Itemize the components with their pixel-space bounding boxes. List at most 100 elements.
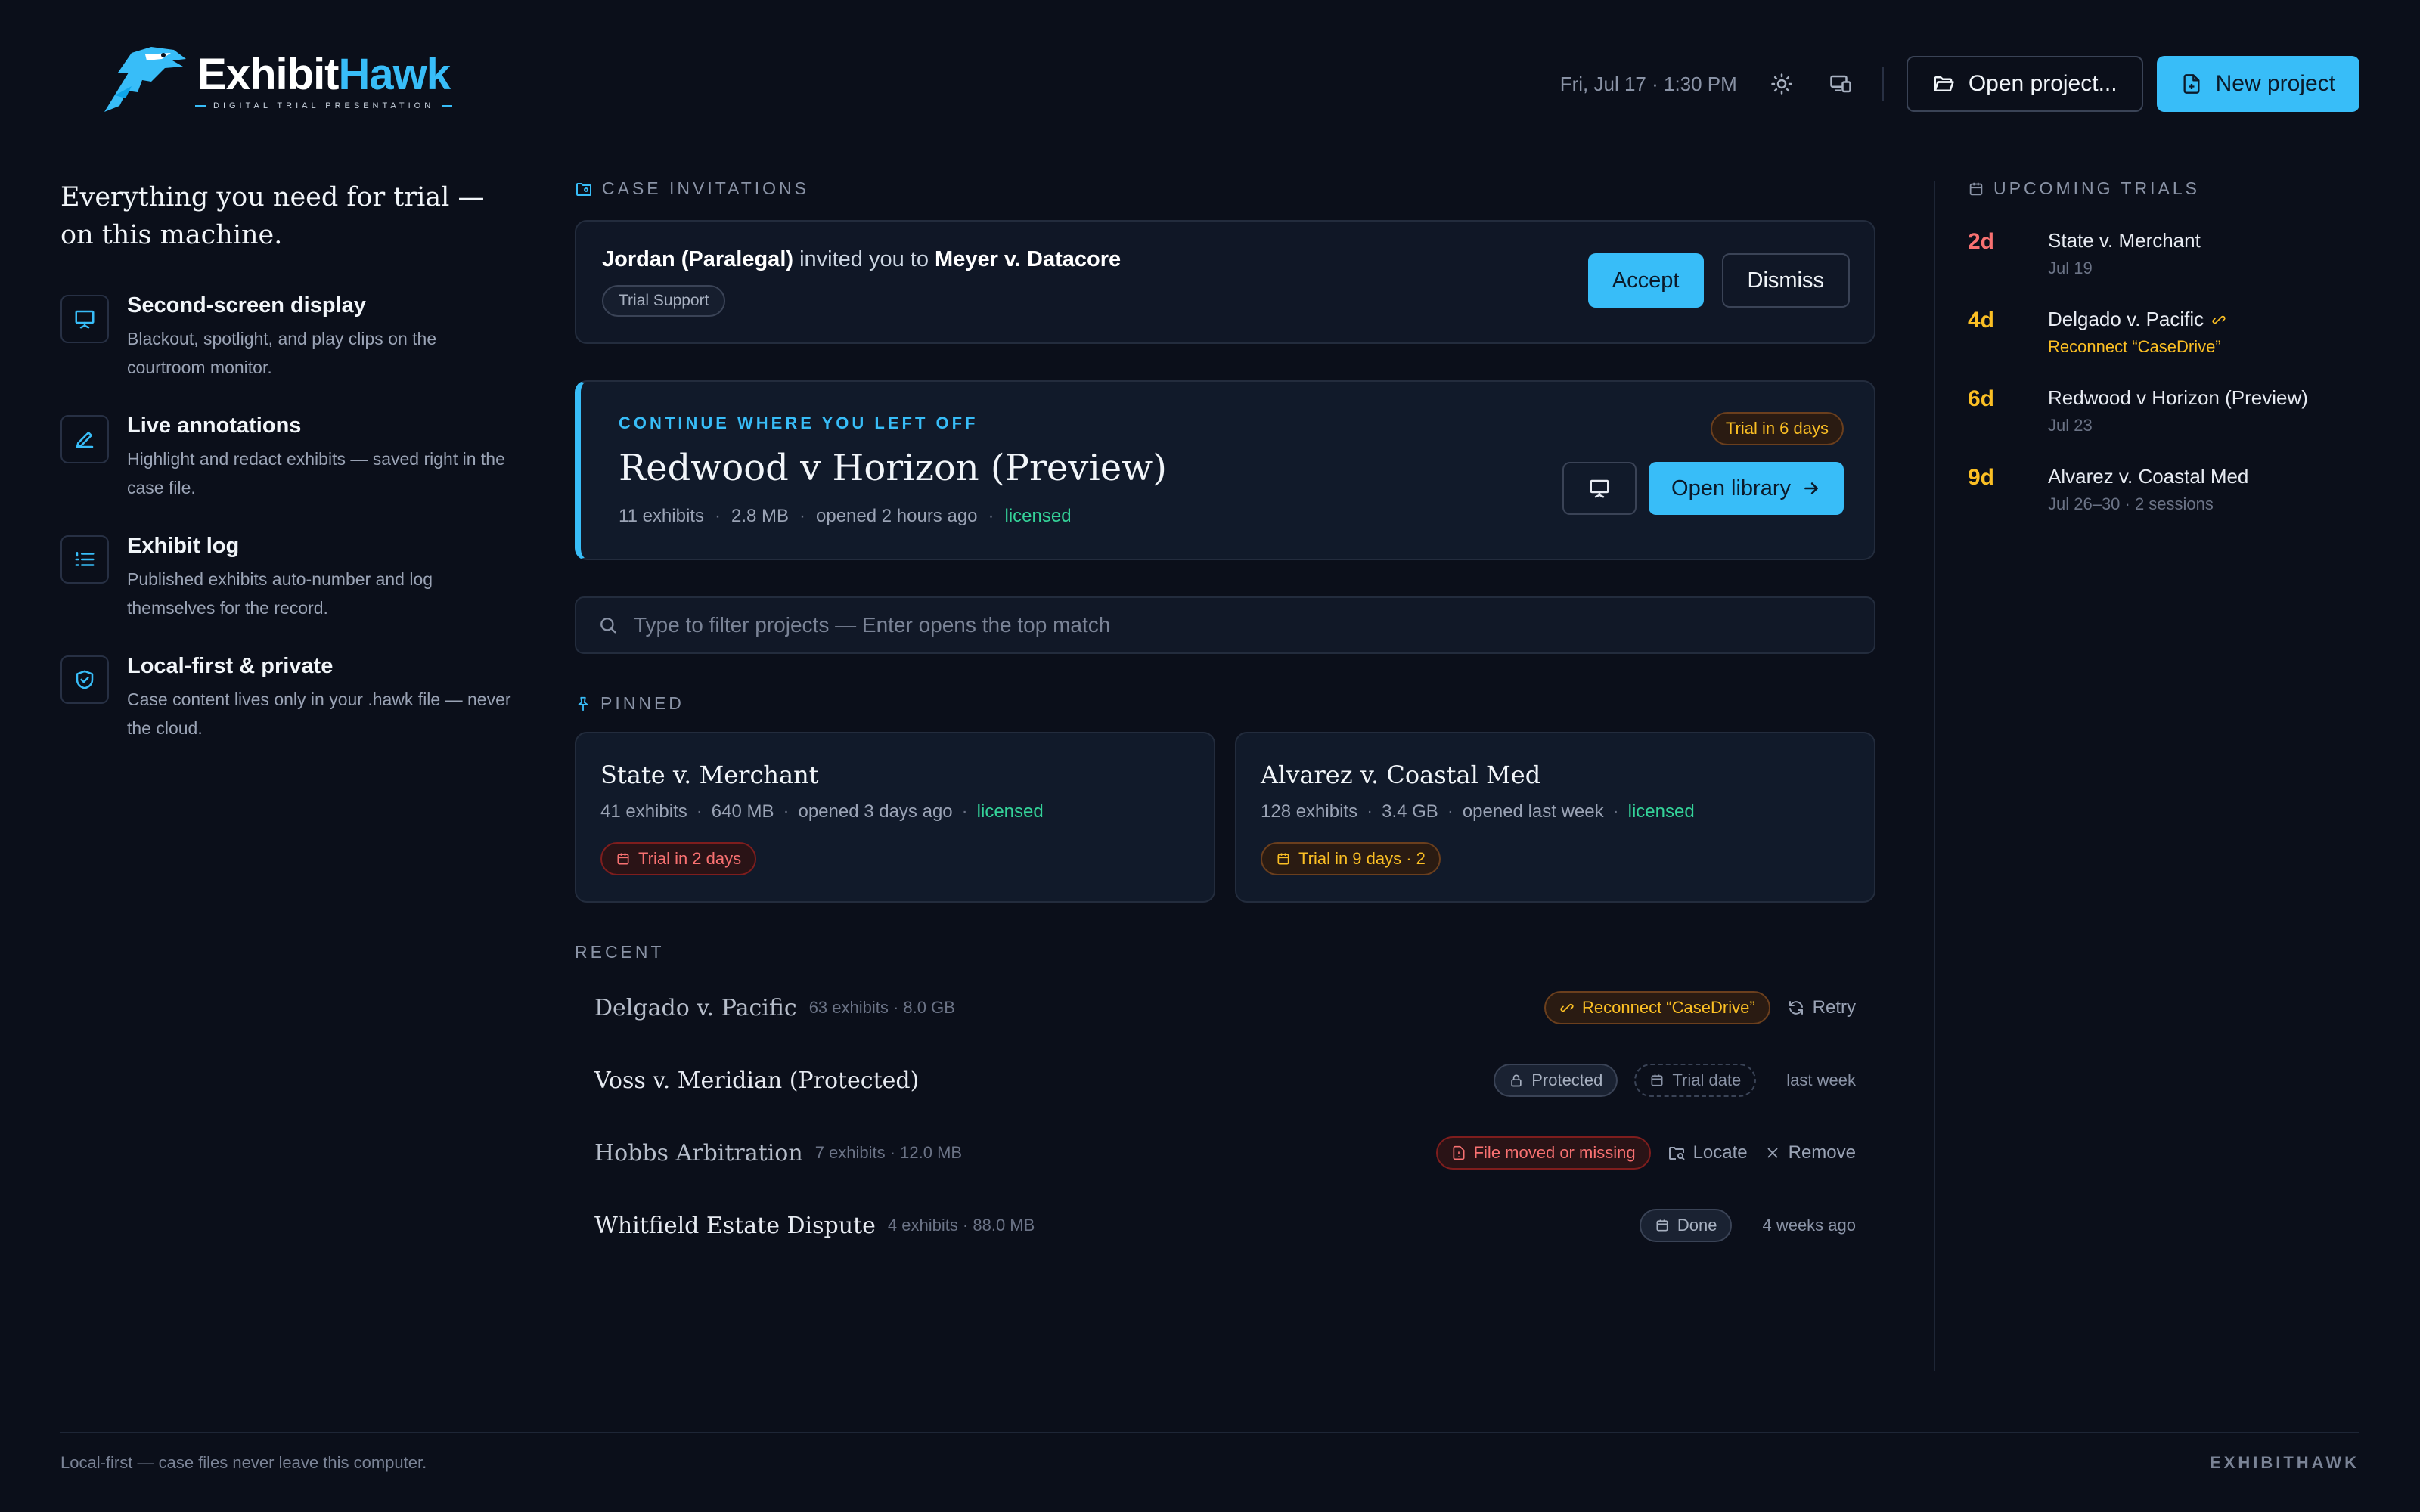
pinned-card[interactable]: State v. Merchant 41 exhibits · 640 MB · o… (575, 732, 1215, 903)
trial-badge: Trial in 6 days (1710, 412, 1844, 445)
features-panel: Everything you need for trial — on this … (60, 178, 514, 774)
trial-item[interactable]: 9d Alvarez v. Coastal Med Jul 26–30 · 2 … (1968, 465, 2376, 544)
open-project-label: Open project... (1968, 71, 2118, 96)
trial-name: State v. Merchant (2048, 229, 2201, 252)
close-icon (1767, 1148, 1778, 1158)
folder-search-icon (1668, 1147, 1685, 1160)
project-meta: 41 exhibits · 640 MB · opened 3 days ago · … (600, 801, 1044, 822)
days-until: 2d (1968, 229, 1995, 254)
link-broken-icon (1560, 1003, 1574, 1012)
feature-local-first: Local-first & private Case content lives… (60, 654, 514, 742)
new-project-button[interactable]: New project (2156, 56, 2360, 112)
trial-badge: Trial in 2 days (600, 842, 757, 875)
license-status: licensed (1627, 801, 1695, 822)
tagline: Everything you need for trial — on this … (60, 182, 485, 250)
project-name: Voss v. Meridian (Protected) (594, 1067, 920, 1094)
feature-desc: Highlight and redact exhibits — saved ri… (127, 449, 505, 497)
recent-row[interactable]: Delgado v. Pacific 63 exhibits · 8.0 GB … (575, 971, 1876, 1044)
search-icon (600, 618, 616, 634)
trial-date: Jul 26–30 · 2 sessions (2048, 494, 2214, 513)
section-label: CASE INVITATIONS (602, 178, 810, 198)
header-divider (1882, 67, 1884, 101)
column-divider (1934, 181, 1935, 1371)
calendar-icon (1651, 1074, 1663, 1086)
pinned-header: PINNED (575, 693, 1876, 714)
project-name: Hobbs Arbitration (594, 1139, 803, 1167)
trial-item[interactable]: 2d State v. Merchant Jul 19 (1968, 229, 2376, 308)
last-opened: last week (1786, 1070, 1856, 1089)
feature-exhibit-log: Exhibit log Published exhibits auto-numb… (60, 534, 514, 622)
locate-button[interactable]: Locate (1668, 1142, 1748, 1163)
upcoming-trials-panel: UPCOMING TRIALS 2d State v. Merchant Jul… (1968, 178, 2376, 544)
invited-case-name: Meyer v. Datacore (935, 247, 1122, 271)
project-filter[interactable] (575, 596, 1876, 654)
feature-title: Exhibit log (127, 534, 240, 558)
trial-item[interactable]: 4d Delgado v. Pacific Reconnect “CaseDri… (1968, 308, 2376, 386)
accept-button[interactable]: Accept (1587, 253, 1704, 308)
continue-meta: 11 exhibits · 2.8 MB · opened 2 hours ago ·… (619, 506, 1072, 526)
license-status: licensed (976, 801, 1044, 822)
project-name: Whitfield Estate Dispute (594, 1212, 876, 1239)
open-library-button[interactable]: Open library (1649, 462, 1844, 515)
invitation-text: Jordan (Paralegal) invited you to Meyer … (602, 247, 1122, 271)
arrow-right-icon (1804, 482, 1818, 494)
continue-label: CONTINUE WHERE YOU LEFT OFF (619, 414, 979, 432)
link-broken-icon (2212, 315, 2226, 324)
calendar-icon (617, 853, 629, 865)
remove-button[interactable]: Remove (1764, 1142, 1856, 1163)
project-meta: 128 exhibits · 3.4 GB · opened last week · … (1261, 801, 1695, 822)
dismiss-button[interactable]: Dismiss (1721, 253, 1850, 308)
feature-desc: Published exhibits auto-number and log t… (127, 569, 433, 618)
reconnect-badge[interactable]: Reconnect “CaseDrive” (1544, 991, 1770, 1024)
trial-item[interactable]: 6d Redwood v Horizon (Preview) Jul 23 (1968, 386, 2376, 465)
recent-row[interactable]: Voss v. Meridian (Protected) Protected T… (575, 1044, 1876, 1117)
main-content: CASE INVITATIONS Jordan (Paralegal) invi… (575, 178, 1876, 1262)
logo-word-exhibit: Exhibit (197, 50, 339, 99)
days-until: 4d (1968, 308, 1995, 333)
monitor-devices-icon[interactable] (1823, 67, 1858, 101)
pinned-card[interactable]: Alvarez v. Coastal Med 128 exhibits · 3.4… (1235, 732, 1876, 903)
case-invitations-header: CASE INVITATIONS (575, 178, 1876, 199)
continue-card[interactable]: CONTINUE WHERE YOU LEFT OFF Redwood v Ho… (575, 380, 1876, 560)
recent-row[interactable]: Whitfield Estate Dispute 4 exhibits · 88… (575, 1189, 1876, 1262)
datetime: Fri, Jul 17 · 1:30 PM (1559, 72, 1737, 95)
search-input[interactable] (634, 613, 1874, 637)
logo-text: ExhibitHawk DIGITAL TRIAL PRESENTATION (195, 50, 453, 110)
folder-user-icon (576, 182, 591, 196)
exhibithawk-logo[interactable]: ExhibitHawk DIGITAL TRIAL PRESENTATION (98, 42, 453, 121)
shield-check-icon (60, 655, 109, 704)
footer-brand: EXHIBITHAWK (2210, 1453, 2360, 1472)
project-name: Delgado v. Pacific (594, 994, 797, 1021)
presentation-screen-icon (1590, 479, 1609, 498)
recent-header: RECENT (575, 942, 1876, 962)
calendar-icon (1277, 853, 1289, 865)
presentation-screen-icon (60, 295, 109, 343)
open-project-button[interactable]: Open project... (1906, 56, 2143, 112)
logo-word-hawk: Hawk (338, 50, 451, 99)
file-missing-badge: File moved or missing (1435, 1136, 1651, 1170)
project-meta: 63 exhibits · 8.0 GB (808, 998, 955, 1017)
retry-button[interactable]: Retry (1787, 997, 1856, 1018)
app-header: ExhibitHawk DIGITAL TRIAL PRESENTATION F… (0, 0, 2420, 169)
continue-project-title: Redwood v Horizon (Preview) (619, 447, 1167, 489)
feature-desc: Blackout, spotlight, and play clips on t… (127, 329, 437, 377)
trial-name: Redwood v Horizon (Preview) (2048, 386, 2308, 409)
hawk-logo-icon (104, 47, 186, 112)
present-button[interactable] (1562, 462, 1637, 515)
refresh-icon (1789, 1001, 1803, 1015)
feature-title: Second-screen display (127, 293, 366, 318)
feature-title: Live annotations (127, 414, 302, 438)
new-project-label: New project (2215, 71, 2335, 96)
set-trial-date-button[interactable]: Trial date (1634, 1064, 1757, 1097)
lock-icon (1511, 1074, 1522, 1087)
recent-list: Delgado v. Pacific 63 exhibits · 8.0 GB … (575, 971, 1876, 1262)
footer-divider (60, 1432, 2360, 1433)
trial-badge: Trial in 9 days · 2 (1261, 842, 1441, 875)
sun-icon[interactable] (1764, 67, 1799, 101)
section-label: RECENT (575, 942, 665, 962)
recent-row[interactable]: Hobbs Arbitration 7 exhibits · 12.0 MB F… (575, 1117, 1876, 1189)
file-plus-icon (2183, 74, 2200, 94)
pinned-grid: State v. Merchant 41 exhibits · 640 MB · o… (575, 732, 1876, 903)
feature-live-annotations: Live annotations Highlight and redact ex… (60, 414, 514, 502)
pen-annotate-icon (60, 415, 109, 463)
